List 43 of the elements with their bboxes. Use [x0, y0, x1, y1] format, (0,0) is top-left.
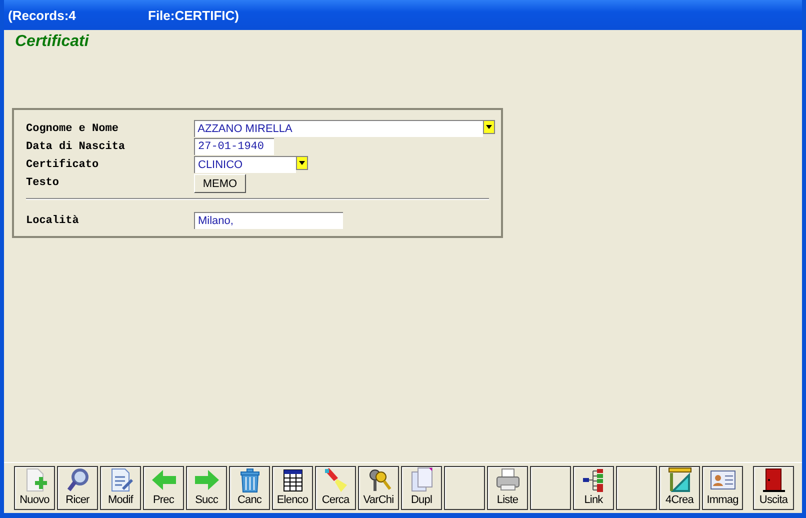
copy-pages-icon: [408, 467, 434, 493]
combo-field[interactable]: CLINICO: [194, 156, 296, 173]
toolbar-button[interactable]: Modif: [100, 466, 141, 510]
toolbar-button[interactable]: Nuovo: [14, 466, 55, 510]
caret-icon: [486, 125, 492, 129]
records-count: (Records:4: [8, 8, 77, 22]
dropdown-button[interactable]: [483, 120, 496, 134]
toolbar-button[interactable]: Uscita: [753, 466, 794, 510]
toolbar-button[interactable]: Link: [573, 466, 614, 510]
caret-icon: [299, 161, 305, 165]
input-field[interactable]: 27-01-1940: [194, 138, 274, 155]
toolbar-button[interactable]: Canc: [229, 466, 270, 510]
dropdown-button[interactable]: [296, 156, 308, 170]
combo-field[interactable]: AZZANO MIRELLA: [194, 120, 484, 137]
toolbar-button[interactable]: Elenco: [272, 466, 313, 510]
magnifier-icon: [64, 467, 90, 493]
field-label: Testo: [26, 176, 60, 189]
toolbar-button[interactable]: Succ: [186, 466, 227, 510]
door-icon: [760, 467, 786, 493]
field-label: Località: [26, 214, 80, 227]
blank-toolbar-button[interactable]: [616, 466, 657, 510]
form-title: Certificati: [14, 32, 89, 51]
right-arrow-icon: [194, 467, 220, 493]
blank-toolbar-button[interactable]: [444, 466, 485, 510]
file-name: File:CERTIFIC): [148, 8, 239, 22]
toolbar-button[interactable]: VarChi: [358, 466, 399, 510]
toolbar-button[interactable]: Cerca: [315, 466, 356, 510]
field-label: Certificato: [26, 158, 100, 171]
toolbar-button[interactable]: 4Crea: [659, 466, 700, 510]
left-arrow-icon: [150, 467, 176, 493]
ruler-triangle-icon: [666, 467, 692, 493]
blank-toolbar-button[interactable]: [530, 466, 571, 510]
field-label: Cognome e Nome: [26, 122, 120, 135]
toolbar-button[interactable]: Liste: [487, 466, 528, 510]
printer-icon: [494, 467, 520, 493]
field-label: Data di Nascita: [26, 140, 126, 153]
memo-button[interactable]: MEMO: [194, 174, 246, 193]
flashlight-icon: [322, 467, 348, 493]
toolbar-button[interactable]: Immag: [702, 466, 743, 510]
input-field[interactable]: Milano,: [194, 212, 343, 229]
toolbar-button[interactable]: Ricer: [57, 466, 98, 510]
toolbar-button[interactable]: Dupl: [401, 466, 442, 510]
toolbar-button[interactable]: Prec: [143, 466, 184, 510]
